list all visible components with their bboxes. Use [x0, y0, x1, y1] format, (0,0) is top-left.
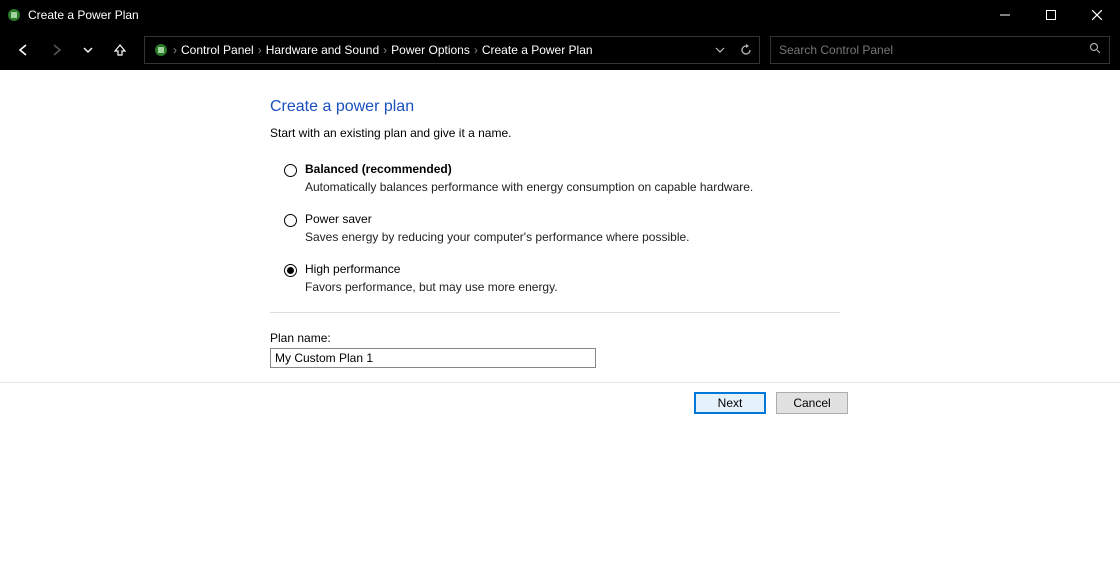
titlebar: Create a Power Plan	[0, 0, 1120, 30]
address-icon	[149, 42, 173, 58]
plan-option-balanced[interactable]: Balanced (recommended) Automatically bala…	[284, 162, 1120, 194]
divider	[270, 312, 840, 313]
search-box[interactable]	[770, 36, 1110, 64]
page-subheading: Start with an existing plan and give it …	[270, 126, 1120, 140]
next-button[interactable]: Next	[694, 392, 766, 414]
breadcrumb-seg-3[interactable]: Create a Power Plan	[478, 43, 597, 57]
minimize-button[interactable]	[982, 0, 1028, 30]
cancel-button[interactable]: Cancel	[776, 392, 848, 414]
breadcrumb-seg-2[interactable]: Power Options	[387, 43, 474, 57]
footer-bar: Next Cancel	[0, 382, 1120, 414]
search-input[interactable]	[779, 43, 1089, 57]
app-icon	[6, 7, 22, 23]
plan-desc: Saves energy by reducing your computer's…	[305, 230, 690, 244]
navbar: › Control Panel › Hardware and Sound › P…	[0, 30, 1120, 70]
up-button[interactable]	[106, 36, 134, 64]
plan-title: Balanced (recommended)	[305, 162, 753, 176]
close-button[interactable]	[1074, 0, 1120, 30]
plan-option-powersaver[interactable]: Power saver Saves energy by reducing your…	[284, 212, 1120, 244]
back-button[interactable]	[10, 36, 38, 64]
plan-name-input[interactable]	[270, 348, 596, 368]
plan-option-highperf[interactable]: High performance Favors performance, but …	[284, 262, 1120, 294]
address-dropdown[interactable]	[707, 37, 733, 63]
plan-desc: Automatically balances performance with …	[305, 180, 753, 194]
search-icon	[1089, 41, 1101, 59]
plan-title: High performance	[305, 262, 558, 276]
maximize-button[interactable]	[1028, 0, 1074, 30]
recent-dropdown[interactable]	[74, 36, 102, 64]
plan-title: Power saver	[305, 212, 690, 226]
radio-highperf[interactable]	[284, 264, 297, 277]
window-title: Create a Power Plan	[28, 8, 139, 22]
plan-desc: Favors performance, but may use more ene…	[305, 280, 558, 294]
page-title: Create a power plan	[270, 98, 1120, 116]
radio-balanced[interactable]	[284, 164, 297, 177]
refresh-button[interactable]	[733, 37, 759, 63]
plan-name-label: Plan name:	[270, 331, 1120, 345]
address-bar[interactable]: › Control Panel › Hardware and Sound › P…	[144, 36, 760, 64]
breadcrumb-seg-1[interactable]: Hardware and Sound	[262, 43, 383, 57]
radio-powersaver[interactable]	[284, 214, 297, 227]
content-area: Create a power plan Start with an existi…	[0, 70, 1120, 368]
forward-button[interactable]	[42, 36, 70, 64]
breadcrumb-seg-0[interactable]: Control Panel	[177, 43, 258, 57]
